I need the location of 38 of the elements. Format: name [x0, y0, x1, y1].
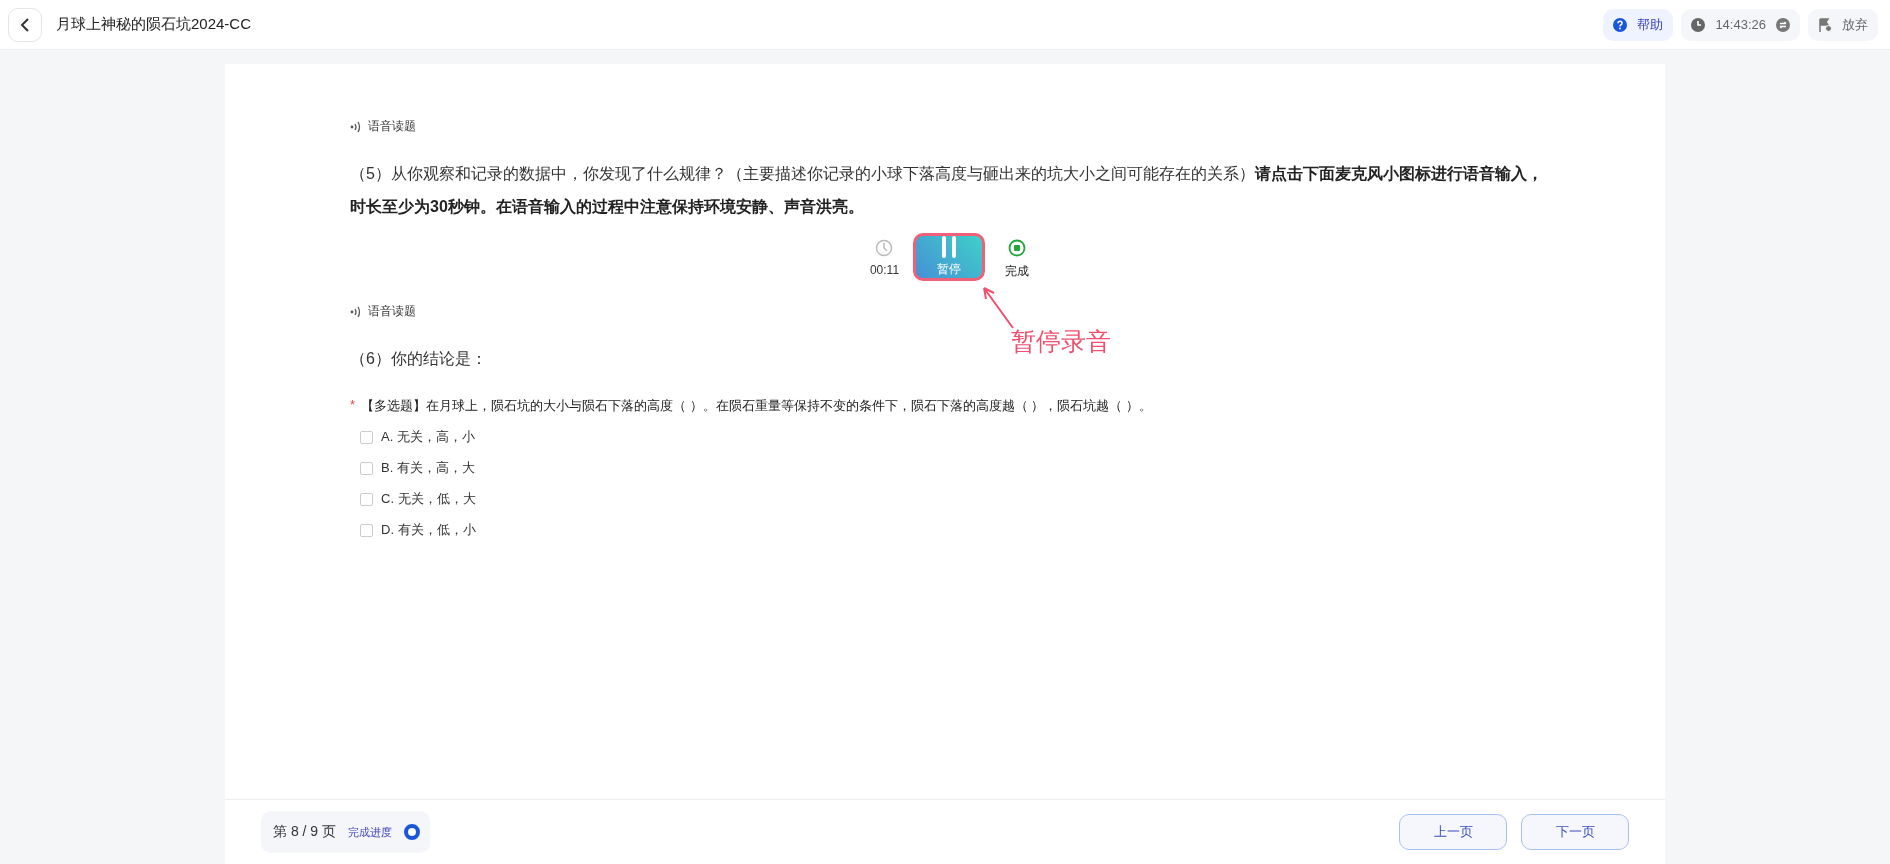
sound-icon	[350, 120, 362, 133]
question-text: （6）你的结论是：	[350, 349, 487, 369]
done-button[interactable]: 完成	[999, 233, 1036, 281]
quit-button[interactable]: 放弃	[1808, 8, 1878, 41]
back-icon	[20, 16, 30, 33]
previous-page-button[interactable]: 上一页	[1399, 814, 1507, 850]
timer-text: 14:43:26	[1715, 17, 1766, 32]
read-aloud-button[interactable]: 语音读题	[350, 118, 416, 135]
choice-prompt: 【多选题】在月球上，陨石坑的大小与陨石下落的高度（ ）。在陨石重量等保持不变的条件下，陨石下落的高度越（ ），陨石坑越（ ）。	[361, 397, 1152, 415]
pause-icon	[941, 236, 958, 258]
sound-icon	[350, 305, 362, 318]
progress-ring-icon	[404, 824, 421, 840]
annotation-text: 暂停录音	[1011, 326, 1112, 357]
question-text: （5）从你观察和记录的数据中，你发现了什么规律？（主要描述你记录的小球下落高度与砸出来的坑大小之间可能存在的关系）请点击下面麦克风小图标进行语音输入，时长至少为30秒钟。在语音输入的过程中注意保持环境安静、声音洪亮。	[350, 164, 1544, 217]
checkbox[interactable]	[360, 461, 373, 475]
next-page-button[interactable]: 下一页	[1521, 814, 1629, 850]
swap-icon[interactable]	[1776, 17, 1790, 32]
progress-label: 完成进度	[348, 824, 393, 840]
page-number: 第 8 / 9 页	[273, 823, 337, 841]
clock-icon	[875, 239, 894, 257]
back-button[interactable]	[8, 7, 42, 42]
checkbox[interactable]	[360, 492, 373, 506]
read-aloud-button[interactable]: 语音读题	[350, 303, 416, 320]
elapsed-time: 00:11	[869, 263, 900, 277]
stop-icon	[1008, 239, 1027, 257]
checkbox[interactable]	[360, 523, 373, 537]
option-label[interactable]: D. 有关，低，小	[381, 521, 476, 539]
clock-icon	[1691, 17, 1706, 32]
arrow-icon	[981, 285, 1016, 329]
page-title: 月球上神秘的陨石坑2024-CC	[56, 15, 252, 34]
option-label[interactable]: C. 无关，低，大	[381, 490, 476, 508]
option-label[interactable]: B. 有关，高，大	[381, 459, 475, 477]
help-button[interactable]: 帮助	[1603, 8, 1674, 41]
flag-icon	[1818, 17, 1832, 32]
option-label[interactable]: A. 无关，高，小	[381, 428, 475, 446]
help-icon	[1613, 17, 1628, 32]
checkbox[interactable]	[360, 430, 373, 444]
required-mark: *	[350, 397, 356, 414]
